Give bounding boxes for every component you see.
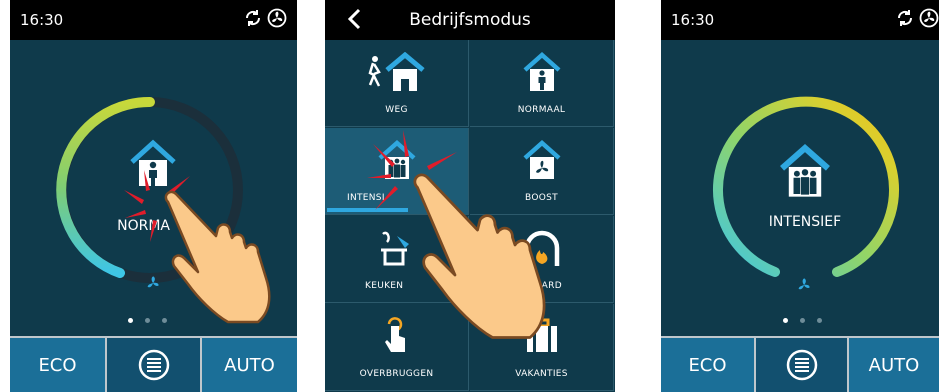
pointing-hand-icon	[413, 173, 546, 339]
fan-speed-icon	[798, 278, 810, 290]
fan-status-icon	[267, 8, 287, 28]
page-dot-active	[783, 318, 788, 323]
status-bar: 16:30	[10, 0, 297, 40]
house-person-icon	[523, 52, 560, 91]
auto-button[interactable]: AUTO	[202, 338, 297, 392]
walking-away-icon	[368, 52, 425, 91]
page-title: Bedrijfsmodus	[409, 10, 531, 30]
menu-button[interactable]	[107, 338, 200, 392]
eco-button[interactable]: ECO	[10, 338, 105, 392]
operating-mode-screen: Bedrijfsmodus WEG NORMAAL INTENSI BOOST …	[325, 0, 615, 392]
clock: 16:30	[20, 11, 64, 29]
mode-label: NORMAAL	[517, 105, 566, 115]
mode-label: VAKANTIES	[515, 369, 568, 379]
bottom-bar: ECO AUTO	[10, 336, 297, 392]
menu-button[interactable]	[756, 338, 847, 392]
status-bar: 16:30	[661, 0, 939, 40]
eco-button[interactable]: ECO	[661, 338, 754, 392]
home-screen-intensief: 16:30 INTENSIEF ECO AUTO	[661, 0, 939, 392]
title-bar: Bedrijfsmodus	[325, 0, 615, 40]
home-screen-normal: 16:30 NORMA ECO AUTO	[10, 0, 297, 392]
mode-normaal[interactable]: NORMAAL	[470, 40, 614, 127]
page-dot	[817, 318, 822, 323]
sync-icon	[897, 10, 913, 26]
page-dot-active	[128, 318, 133, 323]
mode-label: WEG	[385, 105, 408, 115]
menu-icon	[138, 349, 169, 381]
mode-label: OVERBRUGGEN	[359, 369, 434, 379]
fan-status-icon	[919, 8, 939, 28]
sync-icon	[245, 10, 261, 26]
page-indicator	[783, 318, 822, 323]
house-people-icon	[780, 144, 830, 197]
clock: 16:30	[671, 11, 715, 29]
page-dot	[145, 318, 150, 323]
auto-button[interactable]: AUTO	[849, 338, 939, 392]
menu-icon	[786, 349, 817, 381]
bottom-bar: ECO AUTO	[661, 336, 939, 392]
mode-weg[interactable]: WEG	[325, 40, 469, 127]
pointing-hand-icon	[164, 190, 271, 324]
page-dot	[800, 318, 805, 323]
mode-label: INTENSIEF	[768, 214, 842, 230]
